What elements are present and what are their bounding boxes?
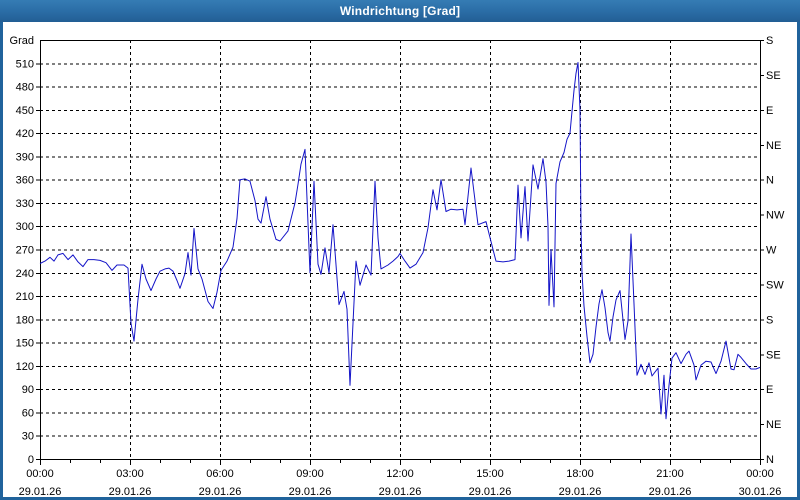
y-tick-label: 420 [16, 128, 34, 140]
y-tick-label: 30 [22, 431, 34, 443]
y-tick-label: 210 [16, 291, 34, 303]
y-tick-label: 240 [16, 268, 34, 280]
y-tick-label: 0 [28, 454, 34, 466]
chart-title: Windrichtung [Grad] [339, 4, 461, 18]
y-tick-label: 330 [16, 198, 34, 210]
y-tick-label: 300 [16, 221, 34, 233]
compass-label: E [766, 105, 773, 117]
wind-direction-chart: 5104804504203903603303002702402101801501… [10, 35, 785, 498]
compass-label: NW [766, 210, 785, 222]
x-tick-time-label: 15:00 [476, 468, 504, 480]
y-tick-label: 180 [16, 314, 34, 326]
compass-label: SE [766, 70, 781, 82]
compass-label: S [766, 35, 773, 47]
x-tick-time-label: 12:00 [386, 468, 414, 480]
x-tick-time-label: 18:00 [566, 468, 594, 480]
x-tick-time-label: 06:00 [206, 468, 234, 480]
x-tick-time-label: 21:00 [656, 468, 684, 480]
y-tick-label: 270 [16, 245, 34, 257]
x-tick-time-label: 00:00 [746, 468, 774, 480]
compass-label: W [766, 245, 777, 257]
x-tick-time-label: 03:00 [116, 468, 144, 480]
compass-label: N [766, 175, 774, 187]
y-tick-label: 450 [16, 105, 34, 117]
x-tick-time-label: 00:00 [26, 468, 54, 480]
compass-label: NE [766, 140, 781, 152]
compass-label: SW [766, 279, 784, 291]
compass-label: NE [766, 419, 781, 431]
y-axis-unit-label: Grad [10, 35, 34, 47]
y-tick-label: 60 [22, 407, 34, 419]
y-tick-label: 360 [16, 175, 34, 187]
chart-window: Windrichtung [Grad] 510 480 450 420 390 360 33… [0, 0, 800, 500]
y-tick-label: 480 [16, 82, 34, 94]
y-tick-label: 90 [22, 384, 34, 396]
compass-label: E [766, 384, 773, 396]
y-tick-label: 150 [16, 338, 34, 350]
y-tick-label: 390 [16, 151, 34, 163]
y-tick-label: 120 [16, 361, 34, 373]
compass-label: S [766, 314, 773, 326]
compass-label: SE [766, 349, 781, 361]
x-tick-time-label: 09:00 [296, 468, 324, 480]
compass-label: N [766, 454, 774, 466]
window-border-left [0, 22, 3, 500]
title-bar: Windrichtung [Grad] [0, 0, 800, 22]
y-tick-label: 510 [16, 58, 34, 70]
